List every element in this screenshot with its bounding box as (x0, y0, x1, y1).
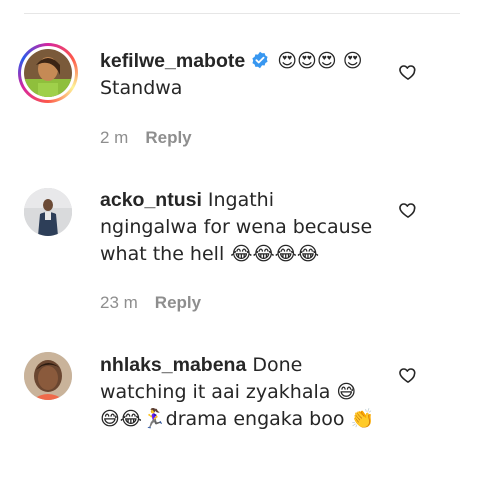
comment-timestamp: 2 m (100, 128, 129, 147)
heart-outline-icon[interactable] (398, 365, 418, 385)
reply-button[interactable]: Reply (145, 128, 191, 147)
avatar[interactable] (24, 352, 72, 400)
comment-text: nhlaks_mabena Done watching it aai zyakha… (100, 352, 375, 433)
comment-text: kefilwe_mabote 😍😍😍 😍Standwa (100, 48, 375, 102)
comment-username[interactable]: nhlaks_mabena (100, 354, 246, 376)
comment-username[interactable]: acko_ntusi (100, 189, 202, 211)
comment-username[interactable]: kefilwe_mabote (100, 50, 245, 72)
heart-outline-icon[interactable] (398, 200, 418, 220)
avatar (24, 49, 72, 97)
reply-button[interactable]: Reply (155, 293, 201, 312)
comment-text: acko_ntusi Ingathi ngingalwa for wena bec… (100, 187, 375, 268)
verified-badge-icon (251, 50, 269, 69)
comment-meta: 2 m Reply (100, 128, 192, 148)
comment-meta: 23 m Reply (100, 293, 201, 313)
avatar[interactable] (24, 188, 72, 236)
avatar-story-ring[interactable] (18, 43, 78, 103)
comment-timestamp: 23 m (100, 293, 138, 312)
heart-outline-icon[interactable] (398, 62, 418, 82)
top-divider (24, 13, 460, 14)
